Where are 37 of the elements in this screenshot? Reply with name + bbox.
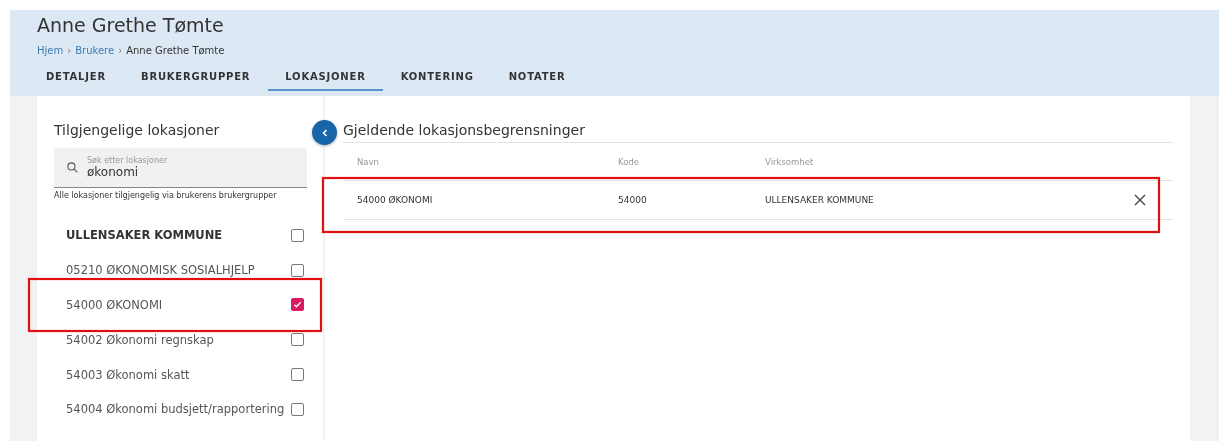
- remove-button[interactable]: [1133, 193, 1147, 207]
- page-title: Anne Grethe Tømte: [37, 14, 225, 38]
- breadcrumb-current: Anne Grethe Tømte: [126, 44, 225, 56]
- panel-title: Gjeldende lokasjonsbegrensninger: [343, 122, 586, 140]
- breadcrumb-separator: ›: [67, 44, 72, 56]
- column-header: Virksomhet: [765, 156, 815, 167]
- checkbox[interactable]: [291, 368, 304, 382]
- search-field[interactable]: Søk etter lokasjoner økonomi: [54, 148, 307, 188]
- check-icon: [293, 300, 302, 310]
- checkbox[interactable]: [291, 298, 304, 312]
- search-icon: [66, 161, 79, 174]
- checkbox[interactable]: [291, 228, 304, 242]
- table-cell-text: ULLENSAKER KOMMUNE: [765, 195, 875, 205]
- close-icon: [1133, 193, 1147, 207]
- group-label: ULLENSAKER KOMMUNE: [66, 228, 223, 243]
- tab[interactable]: KONTERING: [383, 68, 491, 91]
- table-cell-text: 54000: [618, 195, 648, 205]
- column-header: Kode: [618, 156, 640, 167]
- checkbox[interactable]: [291, 333, 304, 347]
- helper-text: Alle lokasjoner tilgjengelig via brukerens brukergrupper: [54, 191, 278, 200]
- column-header: Navn: [357, 156, 380, 167]
- tab[interactable]: DETALJER: [29, 68, 123, 91]
- checkbox[interactable]: [291, 402, 304, 416]
- location-label: 54004 Økonomi budsjett/rapportering: [66, 402, 285, 417]
- panel-title: Tilgjengelige lokasjoner: [54, 122, 221, 140]
- breadcrumb-link[interactable]: Brukere: [75, 44, 115, 56]
- location-label: 54000 ØKONOMI: [66, 298, 163, 312]
- tab[interactable]: NOTATER: [491, 68, 583, 91]
- breadcrumb-link[interactable]: Hjem: [37, 44, 64, 56]
- table-cell-text: 54000 ØKONOMI: [357, 195, 434, 205]
- tab[interactable]: LOKASJONER: [268, 68, 383, 91]
- location-label: 05210 ØKONOMISK SOSIALHJELP: [66, 263, 255, 278]
- checkbox[interactable]: [291, 263, 304, 277]
- breadcrumb-separator: ›: [118, 44, 123, 56]
- tab[interactable]: BRUKERGRUPPER: [123, 68, 268, 91]
- location-label: 54003 Økonomi skatt: [66, 367, 190, 382]
- location-label: 54002 Økonomi regnskap: [66, 332, 214, 347]
